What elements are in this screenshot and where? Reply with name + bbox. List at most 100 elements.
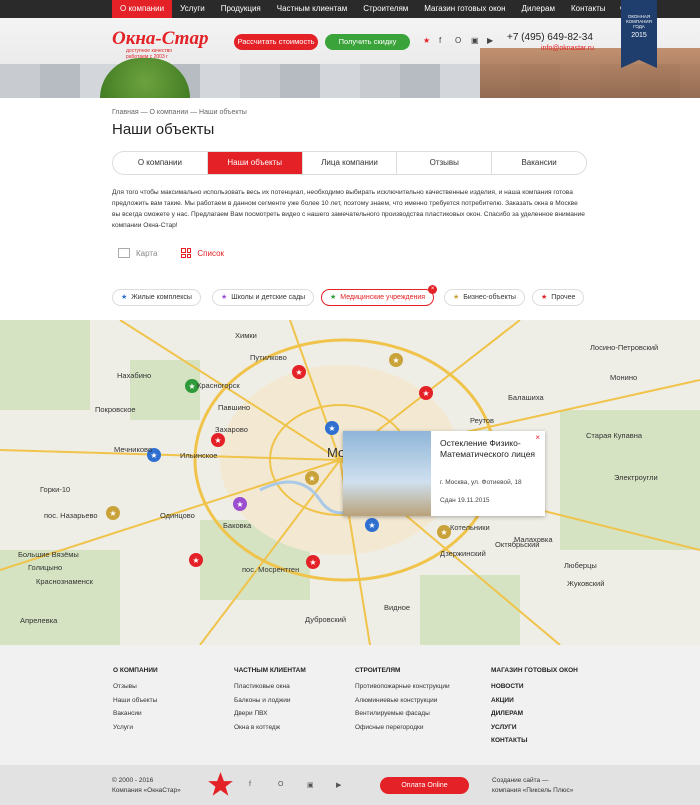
footer-heading[interactable]: СТРОИТЕЛЯМ xyxy=(355,667,450,674)
odnoklassniki-icon[interactable]: О xyxy=(455,36,461,45)
intro-text: Для того чтобы максимально использовать … xyxy=(112,189,585,229)
badge-text: ОКОННАЯ КОМПАНИЯ ГОДА xyxy=(626,14,652,29)
svg-text:★: ★ xyxy=(309,558,316,567)
footer-link[interactable]: Вентилируемые фасады xyxy=(355,710,450,724)
youtube-icon[interactable]: ▶ xyxy=(487,36,493,45)
odnoklassniki-icon[interactable]: О xyxy=(278,781,283,788)
map-label: Дзержинский xyxy=(440,549,486,558)
star-logo-icon[interactable] xyxy=(207,771,234,798)
map-label: Электроугли xyxy=(614,473,658,482)
topnav-shop[interactable]: Магазин готовых окон xyxy=(416,0,513,18)
footer: О КОМПАНИИ Отзывы Наши объекты Вакансии … xyxy=(0,645,700,765)
footer-link[interactable]: Наши объекты xyxy=(113,697,158,711)
star-icon: ★ xyxy=(330,294,337,301)
svg-text:★: ★ xyxy=(295,368,302,377)
view-list[interactable]: Список xyxy=(181,248,224,258)
footer-link[interactable]: Услуги xyxy=(113,724,158,738)
footer-heading[interactable]: О КОМПАНИИ xyxy=(113,667,158,674)
star-icon: ★ xyxy=(221,294,228,301)
tab-people[interactable]: Лица компании xyxy=(301,152,397,174)
grid-icon xyxy=(181,248,192,258)
facebook-icon[interactable]: f xyxy=(249,781,251,788)
footer-link[interactable]: Окна в коттедж xyxy=(234,724,306,738)
logo[interactable]: Окна-Стар доступное качество работаем с … xyxy=(112,29,212,64)
footer-link[interactable]: Отзывы xyxy=(113,683,158,697)
footer-link[interactable]: УСЛУГИ xyxy=(491,724,578,738)
svg-text:★: ★ xyxy=(422,389,429,398)
section-tabs: О компании Наши объекты Лица компании От… xyxy=(112,151,587,175)
popup-address: г. Москва, ул. Фотиевой, 18 xyxy=(440,479,522,486)
filter-other[interactable]: ★ Прочее xyxy=(532,289,585,306)
creator-line2: компания «Пиксель Плюс» xyxy=(492,787,574,794)
topnav-builders[interactable]: Строителям xyxy=(355,0,416,18)
footer-heading[interactable]: МАГАЗИН ГОТОВЫХ ОКОН xyxy=(491,667,578,674)
topnav-services[interactable]: Услуги xyxy=(172,0,213,18)
remove-filter-icon[interactable]: × xyxy=(428,285,438,294)
footer-link[interactable]: КОНТАКТЫ xyxy=(491,737,578,751)
map-label: Красногорск xyxy=(197,381,240,390)
header xyxy=(0,18,700,98)
map-label: пос. Назарьево xyxy=(44,511,98,520)
map-label: Химки xyxy=(235,331,257,340)
star-icon: ★ xyxy=(453,294,460,301)
tab-vacancies[interactable]: Вакансии xyxy=(491,152,586,174)
filter-business[interactable]: ★ Бизнес-объекты xyxy=(444,289,525,306)
map-label: Путилково xyxy=(250,353,287,362)
map-label: Жуковский xyxy=(567,579,604,588)
footer-link[interactable]: Пластиковые окна xyxy=(234,683,306,697)
tab-about[interactable]: О компании xyxy=(113,152,207,174)
filter-residential[interactable]: ★ Жилые комплексы xyxy=(112,289,201,306)
get-discount-button[interactable]: Получить скидку xyxy=(325,34,410,50)
close-icon[interactable]: × xyxy=(535,433,540,442)
instagram-icon[interactable]: ▣ xyxy=(471,36,479,45)
site-creator[interactable]: Создание сайта — компания «Пиксель Плюс» xyxy=(492,776,573,796)
instagram-icon[interactable]: ▣ xyxy=(307,781,314,789)
topnav-products[interactable]: Продукция xyxy=(213,0,269,18)
calc-cost-button[interactable]: Рассчитать стоимость xyxy=(234,34,318,50)
footer-link[interactable]: Балконы и лоджии xyxy=(234,697,306,711)
footer-heading[interactable]: ЧАСТНЫМ КЛИЕНТАМ xyxy=(234,667,306,674)
footer-link[interactable]: Алюминиевые конструкции xyxy=(355,697,450,711)
map-icon xyxy=(118,248,130,258)
object-popup: Остекление Физико-Математического лицея … xyxy=(343,431,545,516)
award-badge: ОКОННАЯ КОМПАНИЯ ГОДА 2015 xyxy=(621,0,657,68)
topnav-about[interactable]: О компании xyxy=(112,0,173,18)
footer-link[interactable]: ДИЛЕРАМ xyxy=(491,710,578,724)
tab-reviews[interactable]: Отзывы xyxy=(396,152,491,174)
view-map[interactable]: Карта xyxy=(118,248,157,258)
footer-link[interactable]: Офисные перегородки xyxy=(355,724,450,738)
footer-link[interactable]: Вакансии xyxy=(113,710,158,724)
topnav-dealers[interactable]: Дилерам xyxy=(514,0,563,18)
map-label: Ильинское xyxy=(180,451,217,460)
map-label: Баковка xyxy=(223,521,252,530)
map-label: Видное xyxy=(384,603,410,612)
footer-link[interactable]: НОВОСТИ xyxy=(491,683,578,697)
map-label: Голицыно xyxy=(28,563,62,572)
star-icon[interactable]: ★ xyxy=(423,36,430,45)
copyright: © 2000 - 2016 Компания «ОкнаСтар» xyxy=(112,776,181,796)
tab-objects[interactable]: Наши объекты xyxy=(206,152,302,174)
topnav-contacts[interactable]: Контакты xyxy=(563,0,614,18)
top-nav: О компании Услуги Продукция Частным клие… xyxy=(0,0,700,18)
map-label: Старая Купавна xyxy=(586,431,643,440)
pay-online-button[interactable]: Оплата Online xyxy=(380,777,469,794)
youtube-icon[interactable]: ▶ xyxy=(336,781,341,789)
breadcrumb[interactable]: Главная — О компании — Наши объекты xyxy=(112,109,247,116)
filter-medical[interactable]: ★ Медицинские учреждения × xyxy=(321,285,438,306)
topnav-private[interactable]: Частным клиентам xyxy=(269,0,355,18)
email-link[interactable]: info@oknastar.ru xyxy=(541,45,594,52)
map-label: Дубровский xyxy=(305,615,346,624)
filter-schools[interactable]: ★ Школы и детские сады xyxy=(212,289,315,306)
svg-text:★: ★ xyxy=(368,521,375,530)
footer-link[interactable]: Противопожарные конструкции xyxy=(355,683,450,697)
footer-link[interactable]: АКЦИИ xyxy=(491,697,578,711)
footer-link[interactable]: Двери ПВХ xyxy=(234,710,306,724)
object-photo xyxy=(343,431,431,516)
footer-col-private: ЧАСТНЫМ КЛИЕНТАМ Пластиковые окна Балкон… xyxy=(234,667,306,737)
star-icon: ★ xyxy=(121,294,128,301)
map-label: Павшино xyxy=(218,403,250,412)
map-label: Покровское xyxy=(95,405,136,414)
phone-number[interactable]: +7 (495) 649-82-34 xyxy=(507,32,593,43)
filter-label: Школы и детские сады xyxy=(231,294,306,301)
facebook-icon[interactable]: f xyxy=(439,36,441,45)
